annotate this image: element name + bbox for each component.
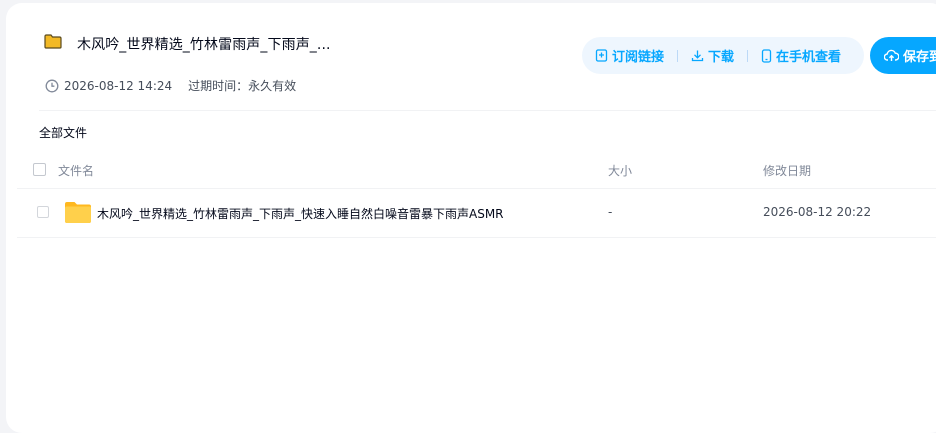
file-name-link[interactable]: 木风吟_世界精选_竹林雷雨声_下雨声_快速入睡自然白噪音雷暴下雨声ASMR [97, 205, 504, 222]
page-title: 木风吟_世界精选_竹林雷雨声_下雨声_... [77, 37, 331, 53]
share-date: 2026-08-12 14:24 [64, 78, 173, 93]
select-all-checkbox[interactable] [33, 163, 46, 176]
action-separator [677, 49, 679, 62]
folder-icon [65, 202, 91, 223]
cloud-upload-icon [884, 49, 899, 61]
column-header-modified[interactable]: 修改日期 [763, 162, 811, 179]
download-label: 下载 [708, 50, 735, 65]
file-modified-date: 2026-08-12 20:22 [763, 205, 872, 219]
download-icon [691, 50, 704, 62]
download-button[interactable]: 下载 [691, 46, 734, 65]
share-meta: 2026-08-12 14:24 过期时间：永久有效 [45, 77, 296, 94]
folder-icon [44, 34, 62, 49]
row-checkbox[interactable] [37, 206, 49, 218]
subscribe-link-button[interactable]: 订阅链接 [595, 46, 664, 65]
table-header: 文件名 大小 修改日期 [17, 150, 936, 189]
action-bar: 订阅链接 下载 在手机查看 [582, 37, 864, 74]
clock-icon [45, 79, 59, 92]
save-label: 保存到 [903, 50, 936, 65]
file-size: - [608, 205, 613, 219]
phone-icon [761, 48, 772, 63]
mobile-label: 在手机查看 [776, 50, 842, 65]
column-header-name[interactable]: 文件名 [58, 162, 94, 179]
view-on-phone-button[interactable]: 在手机查看 [761, 46, 841, 65]
subscribe-icon [595, 49, 608, 62]
action-separator [747, 49, 749, 62]
breadcrumb[interactable]: 全部文件 [39, 124, 87, 141]
subscribe-label: 订阅链接 [612, 50, 665, 65]
table-row[interactable]: 木风吟_世界精选_竹林雷雨声_下雨声_快速入睡自然白噪音雷暴下雨声ASMR - … [17, 189, 936, 238]
expire-text: 过期时间：永久有效 [188, 79, 297, 93]
column-header-size[interactable]: 大小 [608, 162, 632, 179]
save-to-netdisk-button[interactable]: 保存到 [870, 37, 936, 74]
header-divider [39, 110, 936, 111]
